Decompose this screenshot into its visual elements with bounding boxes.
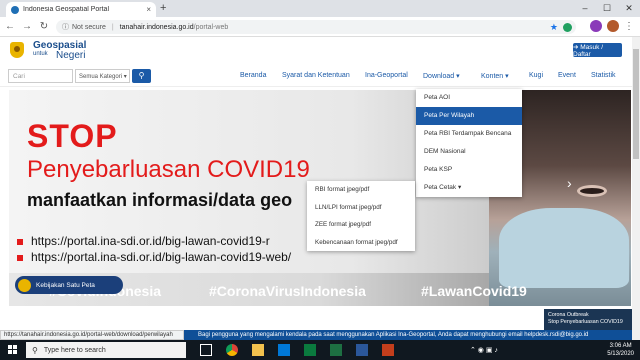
- reload-icon[interactable]: ↻: [37, 21, 51, 32]
- nav-item-ina-geoportal[interactable]: Ina-Geoportal: [365, 72, 408, 79]
- close-tab-icon[interactable]: ×: [146, 5, 151, 14]
- close-window-icon[interactable]: ✕: [618, 0, 640, 17]
- powerpoint-icon[interactable]: [382, 344, 394, 356]
- peta-cetak-submenu: RBI format jpeg/pdf LLN/LPI format jpeg/…: [307, 181, 415, 251]
- site-header: Geospasial untuk Negeri ➔ Masuk / Daftar: [0, 37, 632, 65]
- announcement-ticker: Bagi pengguna yang mengalami kendala pad…: [184, 330, 632, 340]
- taskbar-search-input[interactable]: ⚲ Type here to search: [26, 342, 186, 358]
- nav-item-download[interactable]: Download ▾: [423, 72, 460, 80]
- forward-icon[interactable]: →: [20, 21, 34, 32]
- login-register-button[interactable]: ➔ Masuk / Daftar: [573, 43, 622, 58]
- submenu-item-kebencanaan[interactable]: Kebencanaan format jpeg/pdf: [307, 234, 415, 252]
- url-field[interactable]: ⓘ Not secure | tanahair.indonesia.go.id …: [56, 20, 576, 34]
- browser-toolbar: ⋮: [590, 20, 634, 32]
- carousel-next-icon[interactable]: ›: [567, 175, 572, 191]
- submenu-item-rbi[interactable]: RBI format jpeg/pdf: [307, 181, 415, 199]
- excel-icon[interactable]: [330, 344, 342, 356]
- main-navbar: Cari Semua Kategori ▾ ⚲ Beranda Syarat d…: [0, 65, 632, 87]
- profile-avatar[interactable]: [607, 20, 619, 32]
- menu-item-peta-cetak[interactable]: Peta Cetak ▾: [416, 179, 522, 197]
- menu-item-peta-per-wilayah[interactable]: Peta Per Wilayah: [416, 107, 522, 125]
- submenu-item-zee[interactable]: ZEE format jpeg/pdf: [307, 216, 415, 234]
- back-icon[interactable]: ←: [3, 21, 17, 32]
- nav-item-konten[interactable]: Konten ▾: [481, 72, 509, 80]
- store-icon[interactable]: [304, 344, 316, 356]
- maximize-icon[interactable]: ☐: [596, 0, 618, 17]
- site-favicon-icon: [11, 5, 19, 14]
- notif-body: Stop Penyebarluasan COVID19: [548, 319, 623, 325]
- chrome-icon[interactable]: [226, 344, 238, 356]
- menu-item-peta-rbi-terdampak[interactable]: Peta RBI Terdampak Bencana: [416, 125, 522, 143]
- extension-icon[interactable]: [563, 22, 572, 32]
- window-controls: – ☐ ✕: [574, 0, 640, 17]
- banner-link-1: https://portal.ina-sdi.or.id/big-lawan-c…: [17, 234, 270, 248]
- nav-item-syarat[interactable]: Syarat dan Ketentuan: [282, 72, 350, 79]
- nav-item-statistik[interactable]: Statistik: [591, 72, 616, 79]
- browser-tab-bar: Indonesia Geospatial Portal × + – ☐ ✕: [0, 0, 640, 17]
- submenu-item-lln-lpi[interactable]: LLN/LPI format jpeg/pdf: [307, 199, 415, 217]
- search-icon: ⚲: [138, 71, 145, 80]
- hashtag-corona: #CoronaVirusIndonesia: [209, 283, 366, 299]
- windows-taskbar: ⚲ Type here to search ⌃ ◉ ▣ ♪ 3:06 AM 5/…: [0, 340, 640, 360]
- emblem-icon: [18, 278, 31, 292]
- hashtag-lawan: #LawanCovid19: [421, 283, 527, 299]
- windows-start-icon[interactable]: [8, 345, 18, 355]
- browser-tab[interactable]: Indonesia Geospatial Portal ×: [6, 2, 156, 17]
- search-input[interactable]: Cari: [8, 69, 73, 83]
- scrollbar-thumb[interactable]: [633, 49, 639, 159]
- search-icon: ⚲: [32, 345, 38, 355]
- nav-item-kugi[interactable]: Kugi: [529, 72, 543, 79]
- tab-title: Indonesia Geospatial Portal: [23, 6, 109, 13]
- word-icon[interactable]: [356, 344, 368, 356]
- kebijakan-satu-peta-badge[interactable]: Kebijakan Satu Peta: [15, 276, 123, 294]
- download-dropdown-menu: Peta AOI Peta Per Wilayah Peta RBI Terda…: [416, 89, 522, 197]
- clock[interactable]: 3:06 AM 5/13/2020: [607, 342, 634, 358]
- new-tab-icon[interactable]: +: [160, 2, 166, 14]
- site-info-icon[interactable]: ⓘ: [62, 22, 69, 32]
- banner-stop: STOP: [27, 118, 118, 154]
- link-status-bar: https://tanahair.indonesia.go.id/portal-…: [0, 330, 184, 340]
- nav-item-event[interactable]: Event: [558, 72, 576, 79]
- security-label: Not secure: [72, 23, 106, 31]
- category-select[interactable]: Semua Kategori ▾: [75, 69, 130, 83]
- browser-menu-icon[interactable]: ⋮: [624, 21, 634, 32]
- banner-link-2: https://portal.ina-sdi.or.id/big-lawan-c…: [17, 250, 291, 264]
- logo-subtitle-small: untuk: [33, 51, 48, 57]
- banner-subline: manfaatkan informasi/data geo: [27, 190, 293, 210]
- menu-item-peta-aoi[interactable]: Peta AOI: [416, 89, 522, 107]
- notification-popup[interactable]: Corona Outbreak Stop Penyebarluasan COVI…: [544, 309, 632, 331]
- address-bar-row: ← → ↻ ⓘ Not secure | tanahair.indonesia.…: [0, 17, 640, 37]
- minimize-icon[interactable]: –: [574, 0, 596, 17]
- system-tray-icons[interactable]: ⌃ ◉ ▣ ♪: [470, 346, 498, 354]
- url-path: /portal-web: [193, 23, 229, 31]
- file-explorer-icon[interactable]: [252, 344, 264, 356]
- extension-icon[interactable]: [590, 20, 602, 32]
- logo-subtitle: Negeri: [56, 50, 86, 61]
- bookmark-star-icon[interactable]: ★: [550, 22, 558, 33]
- url-host: tanahair.indonesia.go.id: [119, 23, 194, 31]
- garuda-emblem-icon[interactable]: [10, 42, 24, 58]
- mail-icon[interactable]: [278, 344, 290, 356]
- task-view-icon[interactable]: [200, 344, 212, 356]
- search-button[interactable]: ⚲: [132, 69, 151, 83]
- page-scrollbar[interactable]: [632, 37, 640, 340]
- nav-item-beranda[interactable]: Beranda: [240, 72, 266, 79]
- banner-headline: Penyebarluasan COVID19: [27, 156, 310, 183]
- notif-title: Corona Outbreak: [548, 312, 589, 318]
- menu-item-dem-nasional[interactable]: DEM Nasional: [416, 143, 522, 161]
- menu-item-peta-ksp[interactable]: Peta KSP: [416, 161, 522, 179]
